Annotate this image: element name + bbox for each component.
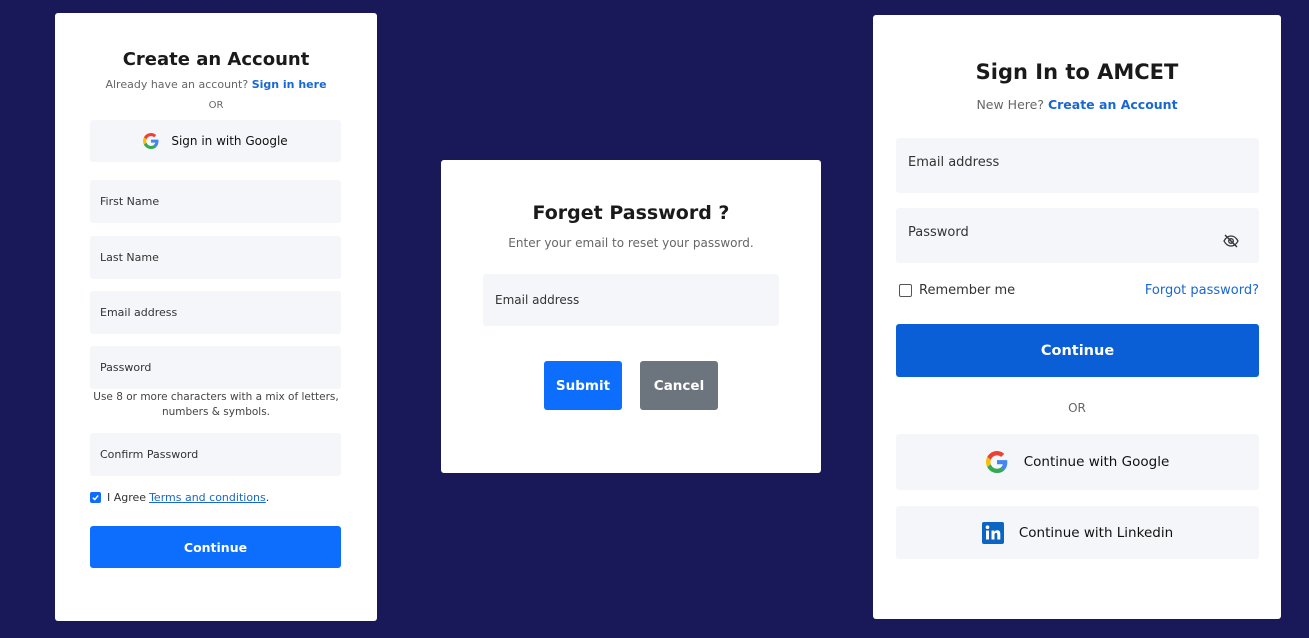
- sign-in-or-divider: OR: [1068, 401, 1086, 415]
- sign-in-continue-button[interactable]: Continue: [896, 324, 1259, 377]
- last-name-placeholder: Last Name: [100, 251, 159, 264]
- terms-period: .: [265, 491, 270, 504]
- sign-in-email-placeholder: Email address: [908, 155, 1000, 170]
- cancel-button[interactable]: Cancel: [640, 361, 718, 410]
- remember-me-label: Remember me: [919, 283, 1016, 298]
- or-divider: OR: [208, 100, 224, 111]
- password-hint: Use 8 or more characters with a mix of l…: [93, 391, 339, 418]
- google-icon: [985, 451, 1008, 473]
- linkedin-icon: [981, 521, 1004, 544]
- terms-checkbox[interactable]: [90, 492, 101, 503]
- checkmark-icon: [92, 495, 99, 501]
- first-name-placeholder: First Name: [100, 195, 160, 208]
- create-account-title: Create an Account: [122, 49, 310, 70]
- password-placeholder: Password: [100, 361, 152, 374]
- continue-with-google-button[interactable]: Continue with Google: [896, 434, 1259, 490]
- forgot-password-link[interactable]: Forgot password?: [1145, 283, 1259, 298]
- already-prompt: Already have an account?: [105, 78, 249, 91]
- google-sign-in-button[interactable]: Sign in with Google: [90, 120, 341, 162]
- continue-with-linkedin-label: Continue with Linkedin: [1018, 524, 1174, 541]
- sign-in-card: Sign In to AMCET New Here? Create an Acc…: [873, 15, 1281, 619]
- first-name-field[interactable]: First Name: [90, 180, 341, 223]
- agree-text: I Agree: [107, 491, 147, 504]
- google-sign-in-label: Sign in with Google: [171, 134, 288, 148]
- last-name-field[interactable]: Last Name: [90, 236, 341, 279]
- forgot-password-subtitle: Enter your email to reset your password.: [508, 236, 754, 250]
- new-here-prompt: New Here?: [976, 97, 1044, 112]
- continue-with-linkedin-button[interactable]: Continue with Linkedin: [896, 506, 1259, 559]
- remember-me-row: Remember me: [899, 283, 1015, 298]
- sign-in-email-field[interactable]: Email address: [896, 138, 1259, 193]
- email-placeholder: Email address: [100, 306, 178, 319]
- confirm-password-field[interactable]: Confirm Password: [90, 433, 341, 476]
- create-account-link[interactable]: Create an Account: [1048, 97, 1178, 112]
- forgot-password-card: Forget Password ? Enter your email to re…: [441, 160, 821, 473]
- sign-in-password-field[interactable]: Password: [896, 208, 1259, 263]
- already-have-account-line: Already have an account? Sign in here: [55, 78, 377, 91]
- sign-in-title: Sign In to AMCET: [975, 60, 1179, 84]
- password-field[interactable]: Password: [90, 346, 341, 389]
- create-account-continue-button[interactable]: Continue: [90, 526, 341, 568]
- confirm-password-placeholder: Confirm Password: [100, 448, 199, 461]
- email-field[interactable]: Email address: [90, 291, 341, 334]
- submit-button[interactable]: Submit: [544, 361, 622, 410]
- forgot-email-placeholder: Email address: [495, 293, 580, 307]
- terms-agreement-row: I Agree Terms and conditions.: [90, 491, 269, 504]
- sign-in-here-link[interactable]: Sign in here: [252, 78, 327, 91]
- new-here-line: New Here? Create an Account: [873, 97, 1281, 112]
- remember-me-checkbox[interactable]: [899, 284, 912, 297]
- eye-slash-icon[interactable]: [1223, 234, 1239, 248]
- google-icon: [143, 133, 159, 149]
- forgot-password-title: Forget Password ?: [532, 202, 730, 224]
- forgot-email-field[interactable]: Email address: [483, 274, 779, 326]
- sign-in-password-placeholder: Password: [908, 225, 969, 240]
- terms-link[interactable]: Terms and conditions: [149, 491, 266, 504]
- continue-with-google-label: Continue with Google: [1023, 454, 1170, 470]
- create-account-card: Create an Account Already have an accoun…: [55, 13, 377, 621]
